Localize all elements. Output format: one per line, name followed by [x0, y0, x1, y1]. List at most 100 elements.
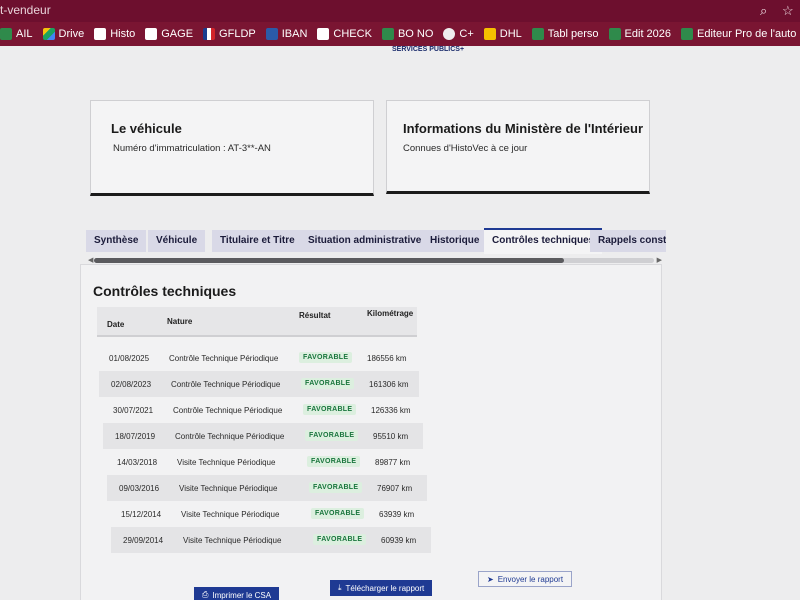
send-report-button[interactable]: ➤ Envoyer le rapport — [478, 571, 573, 587]
folder-icon — [681, 28, 694, 40]
bookmark-label: Tabl perso — [547, 28, 599, 40]
result-badge: FAVORABLE — [313, 534, 367, 545]
mileage-cell: 161306 km — [369, 380, 409, 389]
nature-cell: Contrôle Technique Périodique — [175, 432, 285, 441]
mileage-cell: 126336 km — [371, 406, 411, 415]
bookmark-label: Edit 2026 — [624, 28, 672, 40]
result-badge: FAVORABLE — [309, 482, 363, 493]
bookmark-item[interactable]: Tabl perso — [531, 28, 599, 40]
mileage-cell: 95510 km — [373, 432, 409, 441]
date-cell: 01/08/2025 — [109, 354, 150, 363]
column-nature: Nature — [167, 317, 193, 326]
bookmark-item[interactable]: AIL — [0, 28, 33, 40]
tab-item[interactable]: Rappels constructeur — [590, 230, 666, 252]
browser-titlebar: t-vendeur ⌕ ☆ — [0, 0, 800, 22]
result-badge: FAVORABLE — [299, 352, 353, 363]
nature-cell: Visite Technique Périodique — [179, 484, 278, 493]
result-badge: FAVORABLE — [303, 404, 357, 415]
mileage-cell: 89877 km — [375, 458, 411, 467]
bookmark-label: GFLDP — [219, 28, 256, 40]
bookmark-item[interactable]: Histo — [94, 28, 135, 40]
vehicle-card-title: Le véhicule — [111, 121, 182, 136]
page-content: SERVICES PUBLICS+ Le véhicule Numéro d'i… — [0, 46, 800, 600]
table-row: 01/08/2025 Contrôle Technique Périodique F… — [97, 345, 417, 371]
ministry-card: Informations du Ministère de l'Intérieur… — [386, 100, 650, 194]
table-row: 14/03/2018 Visite Technique Périodique FAV… — [105, 449, 425, 475]
services-publics-logo: SERVICES PUBLICS+ — [392, 46, 465, 53]
bookmark-item[interactable]: GAGE — [145, 28, 193, 40]
mileage-cell: 76907 km — [377, 484, 413, 493]
date-cell: 30/07/2021 — [113, 406, 154, 415]
mileage-cell: 186556 km — [367, 354, 407, 363]
tab-item[interactable]: Synthèse — [86, 230, 147, 252]
bookmark-label: AIL — [16, 28, 33, 40]
nature-cell: Visite Technique Périodique — [177, 458, 276, 467]
tab-item[interactable]: Véhicule — [148, 230, 206, 252]
scroll-thumb[interactable] — [94, 258, 564, 263]
bookmark-item[interactable]: DHL — [483, 28, 522, 40]
globe-icon — [443, 28, 456, 40]
table-row: 30/07/2021 Contrôle Technique Périodique F… — [101, 397, 421, 423]
table-row: 18/07/2019 Contrôle Technique Périodique F… — [103, 423, 423, 449]
bookmark-item[interactable]: BO NO — [381, 28, 433, 40]
logo-icon — [145, 28, 158, 40]
date-cell: 09/03/2016 — [119, 484, 160, 493]
print-icon: ⎙ — [202, 590, 209, 599]
send-icon: ➤ — [487, 574, 494, 584]
bookmark-item[interactable]: C+ — [443, 28, 474, 40]
print-csa-button[interactable]: ⎙ Imprimer le CSA — [194, 587, 280, 600]
zoom-icon[interactable]: ⌕ — [760, 3, 767, 19]
folder-icon — [0, 28, 12, 40]
registration-number: Numéro d'immatriculation : AT-3**-AN — [113, 143, 271, 154]
column-date: Date — [107, 320, 125, 329]
table-row: 02/08/2023 Contrôle Technique Périodique F… — [99, 371, 419, 397]
tab-item[interactable]: Contrôles techniques — [484, 228, 603, 254]
controls-panel: Contrôles techniques Date Nature Résulta… — [80, 264, 662, 600]
download-report-button[interactable]: ⤓ Télécharger le rapport — [330, 580, 433, 596]
table-row: 29/09/2014 Visite Technique Périodique FAV… — [111, 527, 431, 553]
bookmark-label: Histo — [110, 28, 136, 40]
result-badge: FAVORABLE — [307, 456, 361, 467]
flag-icon — [203, 28, 216, 40]
nature-cell: Contrôle Technique Périodique — [173, 406, 283, 415]
table-row: 15/12/2014 Visite Technique Périodique FAV… — [109, 501, 429, 527]
date-cell: 15/12/2014 — [121, 510, 162, 519]
folder-icon — [608, 28, 621, 40]
result-badge: FAVORABLE — [305, 430, 359, 441]
tab-item[interactable]: Historique — [422, 230, 488, 252]
bookmark-label: CHECK — [333, 28, 372, 40]
star-icon[interactable]: ☆ — [782, 3, 794, 19]
tab-item[interactable]: Titulaire et Titre — [212, 230, 303, 252]
table-header: Date Nature Résultat Kilométrage — [97, 307, 417, 337]
ministry-card-subtitle: Connues d'HistoVec à ce jour — [403, 143, 528, 154]
bookmark-label: GAGE — [161, 28, 194, 40]
scroll-right-icon[interactable]: ▶ — [657, 256, 662, 264]
date-cell: 18/07/2019 — [115, 432, 156, 441]
result-badge: FAVORABLE — [311, 508, 365, 519]
drive-icon — [42, 28, 55, 40]
dhl-icon — [483, 28, 496, 40]
nature-cell: Contrôle Technique Périodique — [169, 354, 279, 363]
iban-icon — [265, 28, 278, 40]
bookmark-label: Editeur Pro de l'auto — [697, 28, 797, 40]
bookmark-item[interactable]: CHECK — [317, 28, 372, 40]
bookmark-item[interactable]: IBAN — [265, 28, 307, 40]
result-badge: FAVORABLE — [301, 378, 355, 389]
download-icon: ⤓ — [338, 583, 342, 592]
date-cell: 29/09/2014 — [123, 536, 164, 545]
controls-heading: Contrôles techniques — [93, 283, 237, 299]
bookmark-item[interactable]: GFLDP — [203, 28, 256, 40]
logo-icon — [317, 28, 330, 40]
scroll-left-icon[interactable]: ◀ — [88, 256, 93, 264]
ministry-card-title: Informations du Ministère de l'Intérieur — [403, 121, 644, 136]
column-mileage: Kilométrage — [367, 309, 414, 318]
bookmark-label: C+ — [459, 28, 474, 40]
bookmark-label: DHL — [499, 28, 522, 40]
bookmark-item[interactable]: Drive — [42, 28, 84, 40]
tab-item[interactable]: Situation administrative — [300, 230, 430, 252]
bookmarks-bar: AIL Drive Histo GAGE GFLDP IBAN CHECK BO NO C+ DH… — [0, 22, 800, 46]
bookmark-item[interactable]: Edit 2026 — [608, 28, 672, 40]
tab-scrollbar[interactable]: ◀ ▶ — [88, 257, 662, 264]
bookmark-item[interactable]: Editeur Pro de l'auto — [681, 28, 796, 40]
date-cell: 02/08/2023 — [111, 380, 152, 389]
